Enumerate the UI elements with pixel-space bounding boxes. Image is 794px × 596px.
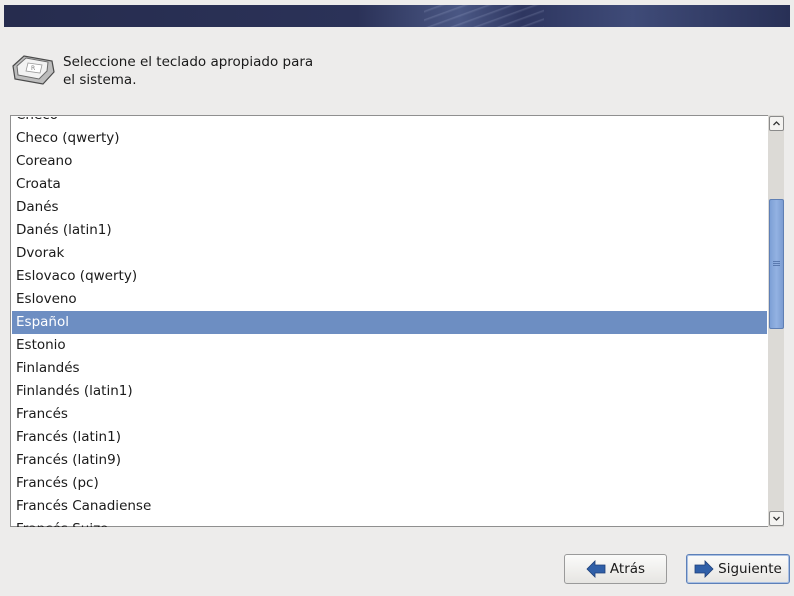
scroll-down-button[interactable] — [769, 511, 784, 526]
list-item[interactable]: Francés Suizo — [12, 518, 767, 527]
list-item[interactable]: Checo (qwerty) — [12, 127, 767, 150]
vertical-scrollbar[interactable] — [768, 115, 784, 527]
list-item[interactable]: Finlandés (latin1) — [12, 380, 767, 403]
svg-text:R: R — [31, 65, 35, 72]
next-button[interactable]: Siguiente — [686, 554, 790, 584]
keyboard-layout-list[interactable]: ChecoCheco (qwerty)CoreanoCroataDanésDan… — [10, 115, 784, 527]
list-item[interactable]: Coreano — [12, 150, 767, 173]
grip-icon — [773, 261, 780, 266]
chevron-up-icon — [773, 121, 780, 126]
list-item[interactable]: Estonio — [12, 334, 767, 357]
header-banner — [4, 5, 790, 27]
list-item[interactable]: Francés (latin1) — [12, 426, 767, 449]
chevron-down-icon — [773, 516, 780, 521]
list-item[interactable]: Francés Canadiense — [12, 495, 767, 518]
list-item[interactable]: Español — [12, 311, 767, 334]
list-item[interactable]: Esloveno — [12, 288, 767, 311]
list-item[interactable]: Francés (latin9) — [12, 449, 767, 472]
back-button[interactable]: Atrás — [564, 554, 667, 584]
arrow-left-icon — [586, 560, 606, 578]
list-item[interactable]: Finlandés — [12, 357, 767, 380]
next-button-label: Siguiente — [718, 561, 782, 577]
list-item[interactable]: Francés — [12, 403, 767, 426]
list-item[interactable]: Dvorak — [12, 242, 767, 265]
list-item[interactable]: Croata — [12, 173, 767, 196]
list-item[interactable]: Danés (latin1) — [12, 219, 767, 242]
back-button-label: Atrás — [609, 561, 646, 577]
scrollbar-thumb[interactable] — [769, 199, 784, 329]
arrow-right-icon — [694, 560, 714, 578]
list-item[interactable]: Francés (pc) — [12, 472, 767, 495]
list-item[interactable]: Checo — [12, 117, 767, 127]
list-item[interactable]: Danés — [12, 196, 767, 219]
instruction-text: Seleccione el teclado apropiado para el … — [63, 54, 314, 88]
scroll-up-button[interactable] — [769, 116, 784, 131]
keyboard-key-icon: R — [12, 55, 55, 85]
list-item[interactable]: Eslovaco (qwerty) — [12, 265, 767, 288]
